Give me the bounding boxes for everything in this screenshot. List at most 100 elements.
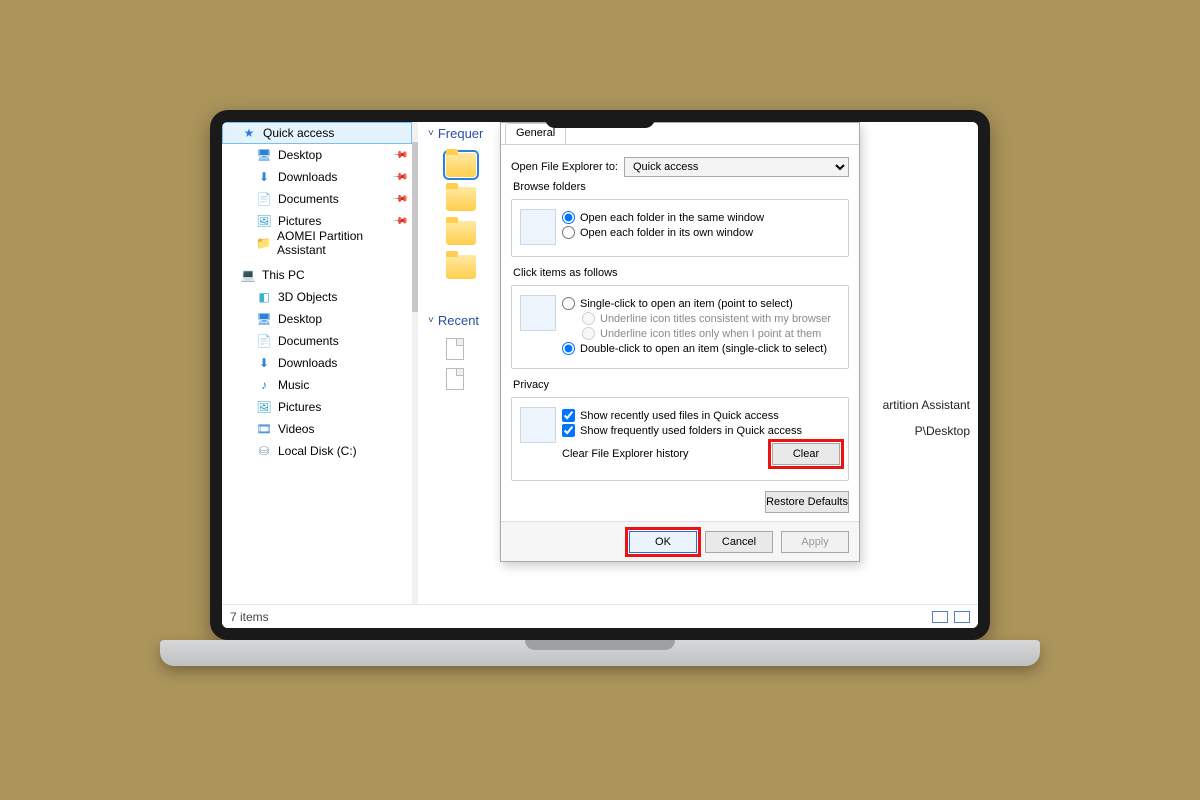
section-label: Recent xyxy=(438,313,479,328)
sidebar-label: Desktop xyxy=(278,312,322,326)
view-mode-switcher[interactable] xyxy=(932,611,970,623)
sidebar-label: Local Disk (C:) xyxy=(278,444,357,458)
chevron-down-icon: ˅ xyxy=(428,315,434,326)
video-icon: 🎞 xyxy=(256,421,272,437)
restore-defaults-button[interactable]: Restore Defaults xyxy=(765,491,849,513)
radio-label: Open each folder in the same window xyxy=(580,212,764,224)
sidebar-item-desktop[interactable]: 🖥 Desktop 📌 xyxy=(222,144,412,166)
sidebar-label: Documents xyxy=(278,192,339,206)
sidebar-label: Desktop xyxy=(278,148,322,162)
sidebar-item-3d[interactable]: ◧ 3D Objects xyxy=(222,286,412,308)
radio-label: Open each folder in its own window xyxy=(580,227,753,239)
radio-input[interactable] xyxy=(562,226,575,239)
laptop-base xyxy=(160,640,1040,666)
music-icon: ♪ xyxy=(256,377,272,393)
sidebar-item-music[interactable]: ♪ Music xyxy=(222,374,412,396)
sidebar-item-desktop2[interactable]: 🖥 Desktop xyxy=(222,308,412,330)
file-item[interactable] xyxy=(446,338,464,360)
click-items-group: Single-click to open an item (point to s… xyxy=(511,285,849,369)
pc-icon: 💻 xyxy=(240,267,256,283)
sidebar-item-downloads2[interactable]: ⬇ Downloads xyxy=(222,352,412,374)
sidebar-scrollbar[interactable] xyxy=(412,122,418,604)
folder-item[interactable] xyxy=(446,221,476,245)
sidebar-quick-access[interactable]: ★ Quick access xyxy=(222,122,412,144)
radio-underline-point: Underline icon titles only when I point … xyxy=(562,327,840,340)
radio-own-window[interactable]: Open each folder in its own window xyxy=(562,226,840,239)
download-icon: ⬇ xyxy=(256,169,272,185)
apply-button[interactable]: Apply xyxy=(781,531,849,553)
sidebar-label: Pictures xyxy=(278,400,321,414)
open-explorer-select[interactable]: Quick access xyxy=(624,157,849,177)
check-recent-files[interactable]: Show recently used files in Quick access xyxy=(562,409,840,422)
sidebar-item-localdisk[interactable]: ⛁ Local Disk (C:) xyxy=(222,440,412,462)
checkbox-input[interactable] xyxy=(562,409,575,422)
chevron-down-icon: ˅ xyxy=(428,128,434,139)
status-text: 7 items xyxy=(230,610,269,624)
sidebar-label: This PC xyxy=(262,268,305,282)
details-view-icon[interactable] xyxy=(932,611,948,623)
sidebar-label: Music xyxy=(278,378,309,392)
file-item[interactable] xyxy=(446,368,464,390)
sidebar-label: Pictures xyxy=(278,214,321,228)
sidebar-label: AOMEI Partition Assistant xyxy=(277,229,406,257)
download-icon: ⬇ xyxy=(256,355,272,371)
browse-icon xyxy=(520,209,556,245)
radio-single-click[interactable]: Single-click to open an item (point to s… xyxy=(562,297,840,310)
sidebar-label: Downloads xyxy=(278,170,337,184)
radio-input[interactable] xyxy=(562,297,575,310)
browse-group-label: Browse folders xyxy=(511,181,849,193)
laptop-screen: ★ Quick access 🖥 Desktop 📌 ⬇ Downloads 📌… xyxy=(210,110,990,640)
sidebar-label: Videos xyxy=(278,422,314,436)
scroll-thumb[interactable] xyxy=(412,142,418,312)
sidebar-item-pictures2[interactable]: 🖼 Pictures xyxy=(222,396,412,418)
pin-icon: 📌 xyxy=(391,213,408,230)
sidebar-this-pc[interactable]: 💻 This PC xyxy=(222,264,412,286)
check-frequent-folders[interactable]: Show frequently used folders in Quick ac… xyxy=(562,424,840,437)
sidebar-item-documents[interactable]: 📄 Documents 📌 xyxy=(222,188,412,210)
radio-double-click[interactable]: Double-click to open an item (single-cli… xyxy=(562,342,840,355)
click-group-label: Click items as follows xyxy=(511,267,849,279)
monitor-icon: 🖥 xyxy=(256,147,272,163)
radio-label: Underline icon titles consistent with my… xyxy=(600,313,831,325)
radio-input[interactable] xyxy=(562,342,575,355)
cancel-button[interactable]: Cancel xyxy=(705,531,773,553)
clear-button[interactable]: Clear xyxy=(772,443,840,465)
folder-item[interactable] xyxy=(446,187,476,211)
pin-icon: 📌 xyxy=(391,191,408,208)
checkbox-label: Show recently used files in Quick access xyxy=(580,410,779,422)
icons-view-icon[interactable] xyxy=(954,611,970,623)
sidebar-label: 3D Objects xyxy=(278,290,337,304)
sidebar-item-downloads[interactable]: ⬇ Downloads 📌 xyxy=(222,166,412,188)
section-label: Frequer xyxy=(438,126,484,141)
folder-options-dialog: General Open File Explorer to: Quick acc… xyxy=(500,122,860,562)
checkbox-label: Show frequently used folders in Quick ac… xyxy=(580,425,802,437)
radio-input[interactable] xyxy=(562,211,575,224)
path-fragment: artition Assistant xyxy=(883,398,970,412)
nav-sidebar: ★ Quick access 🖥 Desktop 📌 ⬇ Downloads 📌… xyxy=(222,122,412,604)
ok-button[interactable]: OK xyxy=(629,531,697,553)
sidebar-label: Documents xyxy=(278,334,339,348)
laptop-notch xyxy=(545,110,655,128)
privacy-group: Show recently used files in Quick access… xyxy=(511,397,849,481)
checkbox-input[interactable] xyxy=(562,424,575,437)
dialog-button-bar: OK Cancel Apply xyxy=(501,521,859,561)
click-icon xyxy=(520,295,556,331)
sidebar-item-videos[interactable]: 🎞 Videos xyxy=(222,418,412,440)
folder-item[interactable] xyxy=(446,153,476,177)
open-explorer-label: Open File Explorer to: xyxy=(511,161,618,173)
radio-same-window[interactable]: Open each folder in the same window xyxy=(562,211,840,224)
star-icon: ★ xyxy=(241,125,257,141)
privacy-icon xyxy=(520,407,556,443)
clear-history-label: Clear File Explorer history xyxy=(562,448,689,460)
cube-icon: ◧ xyxy=(256,289,272,305)
sidebar-item-documents2[interactable]: 📄 Documents xyxy=(222,330,412,352)
folder-icon: 📁 xyxy=(256,235,271,251)
folder-item[interactable] xyxy=(446,255,476,279)
radio-label: Underline icon titles only when I point … xyxy=(600,328,821,340)
monitor-icon: 🖥 xyxy=(256,311,272,327)
sidebar-label: Downloads xyxy=(278,356,337,370)
radio-label: Single-click to open an item (point to s… xyxy=(580,298,793,310)
sidebar-item-aomei[interactable]: 📁 AOMEI Partition Assistant xyxy=(222,232,412,254)
radio-input xyxy=(582,312,595,325)
browse-folders-group: Open each folder in the same window Open… xyxy=(511,199,849,257)
